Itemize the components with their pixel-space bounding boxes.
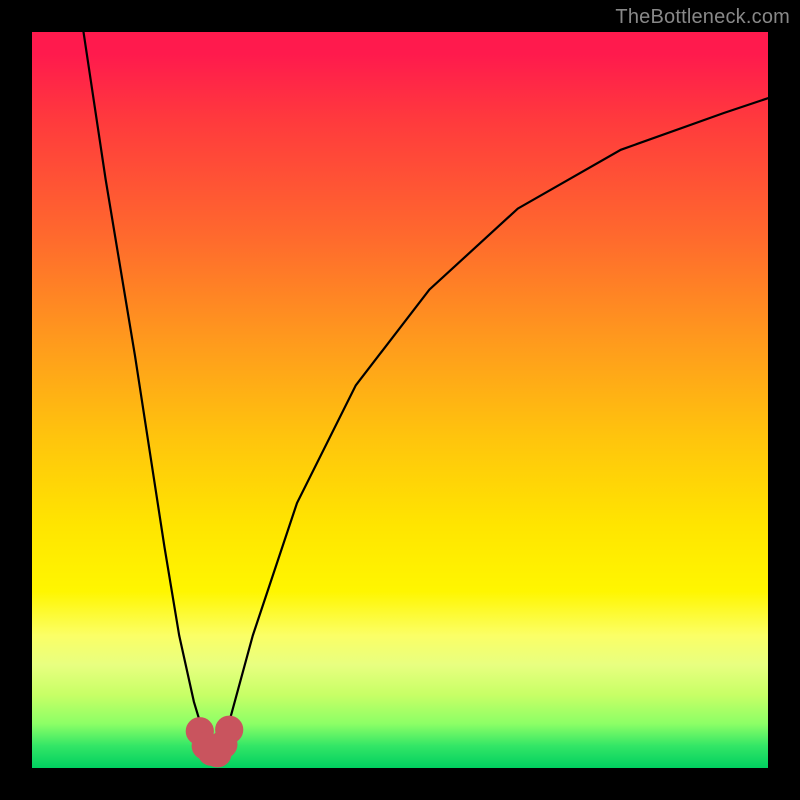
markers-group — [186, 716, 244, 768]
marker-dot — [215, 716, 243, 744]
chart-frame: TheBottleneck.com — [0, 0, 800, 800]
watermark-text: TheBottleneck.com — [615, 6, 790, 29]
curve-path — [84, 32, 769, 753]
curve-svg — [32, 32, 768, 768]
plot-area — [32, 32, 768, 768]
